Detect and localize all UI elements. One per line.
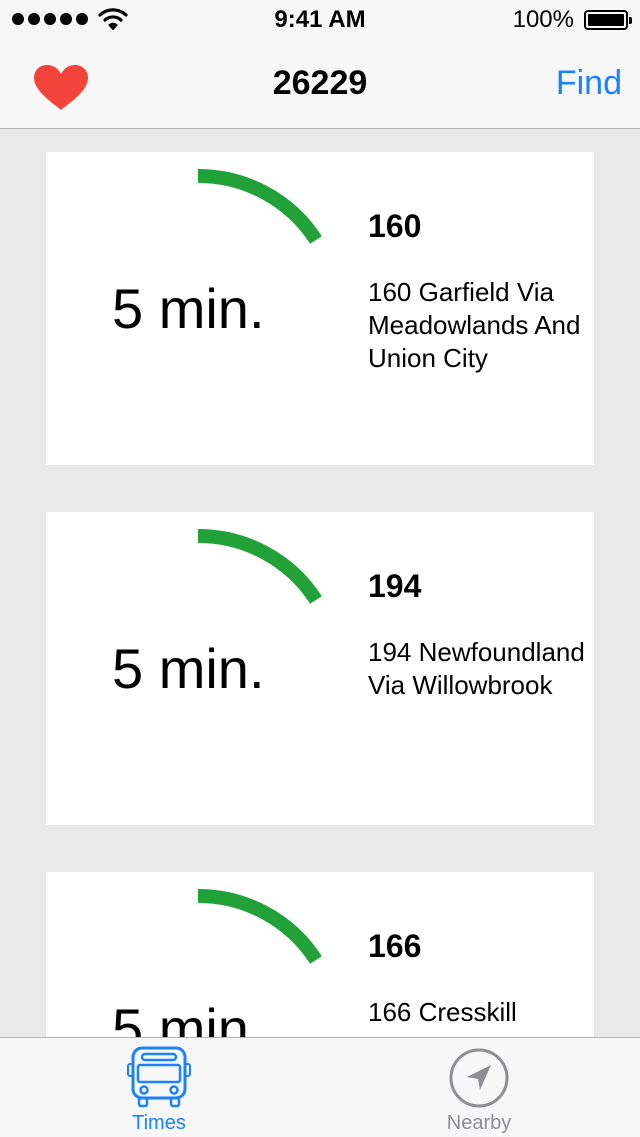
- route-number: 166: [368, 928, 422, 964]
- status-bar: 9:41 AM 100%: [0, 0, 640, 40]
- countdown-arc: [197, 528, 322, 604]
- location-arrow-icon: [449, 1048, 509, 1108]
- arrival-minutes: 5 min.: [112, 637, 265, 700]
- route-number: 194: [368, 568, 422, 604]
- tab-nearby-label: Nearby: [446, 1112, 512, 1134]
- tab-bar: Times Nearby: [0, 1037, 640, 1137]
- tab-times-label: Times: [132, 1112, 186, 1134]
- arrival-card[interactable]: 5 min. 194 194 Newfoundland Via Willowbr…: [46, 512, 594, 825]
- arrivals-list[interactable]: 5 min. 160 160 Garfield Via Meadowlands …: [0, 129, 640, 1037]
- route-description: 160 Garfield Via Meadowlands And Union C…: [368, 277, 581, 373]
- countdown-arc: [197, 168, 322, 244]
- battery-icon: [584, 10, 632, 30]
- route-description: 166 Cresskill: [368, 997, 517, 1027]
- arrival-card[interactable]: 5 min. 166 166 Cresskill: [46, 872, 594, 1037]
- arrival-minutes: 5 min.: [112, 277, 265, 340]
- arrival-card[interactable]: 5 min. 160 160 Garfield Via Meadowlands …: [46, 152, 594, 465]
- countdown-arc: [197, 888, 322, 964]
- stop-number-title: 26229: [272, 64, 368, 102]
- arrival-minutes: 5 min.: [112, 997, 265, 1037]
- route-description: 194 Newfoundland Via Willowbrook: [368, 637, 585, 700]
- bus-icon: [127, 1046, 191, 1108]
- navigation-bar: 26229 Find: [0, 40, 640, 129]
- find-button[interactable]: Find: [556, 64, 622, 103]
- tab-nearby[interactable]: Nearby: [409, 1038, 549, 1137]
- route-number: 160: [368, 208, 422, 244]
- tab-times[interactable]: Times: [89, 1038, 229, 1137]
- battery-percentage: 100%: [512, 6, 574, 33]
